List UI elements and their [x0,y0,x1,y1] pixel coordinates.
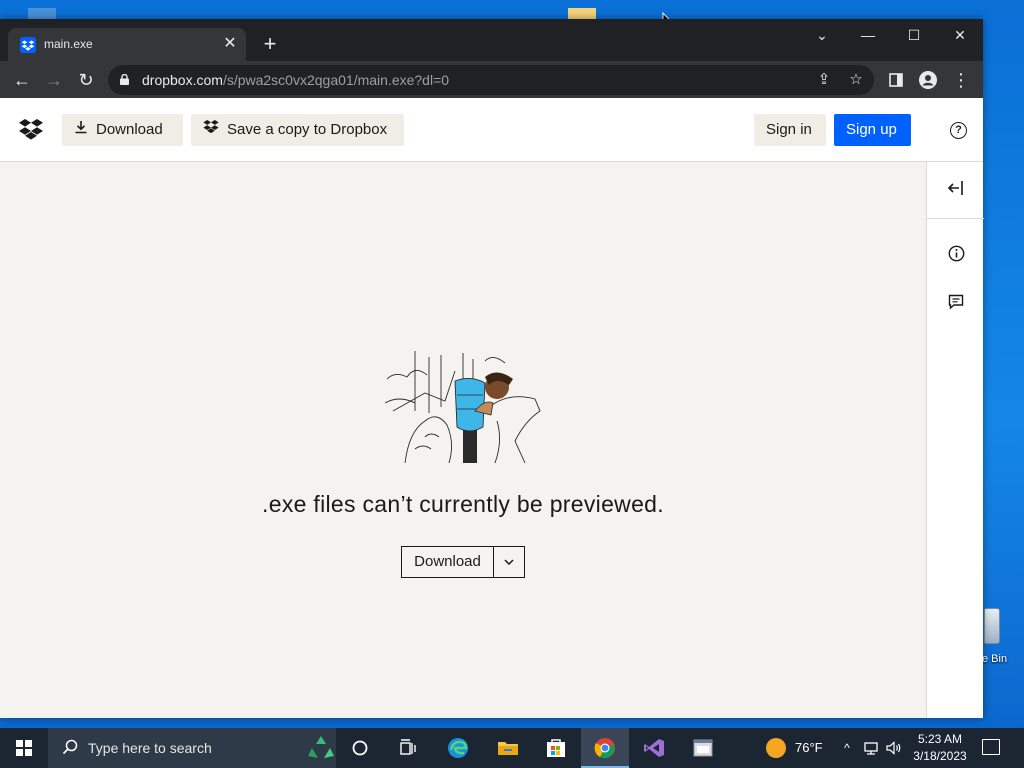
telescope-illustration [385,351,541,463]
comment-icon[interactable] [946,294,966,314]
browser-menu-icon[interactable]: ⋮ [947,66,975,94]
sign-in-button[interactable]: Sign in [754,114,826,146]
windows-taskbar: Type here to search 76°F ^ 5:23 AM 3/18/… [0,728,1024,768]
tab-strip: main.exe ✕ + ⌄ — ☐ ✕ [0,19,983,61]
weather-temperature[interactable]: 76°F [795,740,823,755]
lock-icon [120,74,129,85]
save-copy-label: Save a copy to Dropbox [227,121,388,138]
recycle-bin-shortcut[interactable]: e Bin [982,604,1024,674]
search-placeholder: Type here to search [88,740,212,756]
bookmark-star-icon[interactable]: ☆ [845,69,867,91]
app-window-icon [693,739,713,757]
forward-icon[interactable]: → [40,66,68,94]
system-clock[interactable]: 5:23 AM 3/18/2023 [906,731,974,765]
side-panel-icon[interactable] [882,66,910,94]
edge-button[interactable] [434,728,482,768]
search-highlight-icon [308,736,334,758]
visual-studio-button[interactable] [630,728,678,768]
task-view-button[interactable] [384,728,432,768]
minimize-icon[interactable]: — [845,19,891,51]
start-button[interactable] [0,728,48,768]
info-icon[interactable] [946,245,966,265]
back-icon[interactable]: ← [8,66,36,94]
cortana-icon [352,740,368,756]
close-window-icon[interactable]: ✕ [937,19,983,51]
edge-icon [448,738,468,758]
browser-window: main.exe ✕ + ⌄ — ☐ ✕ ← → ↻ dropbox.com/s… [0,19,984,718]
reload-icon[interactable]: ↻ [72,66,100,94]
network-icon[interactable] [862,739,880,757]
volume-icon[interactable] [885,739,903,757]
chrome-icon [594,738,615,759]
collapse-sidebar-icon[interactable] [946,180,966,200]
close-tab-icon[interactable]: ✕ [220,34,240,54]
search-icon [62,739,78,755]
rail-divider [927,218,984,219]
chevron-down-icon[interactable] [494,547,524,577]
url-domain: dropbox.com [142,72,223,88]
side-rail [926,162,984,718]
show-hidden-icons-icon[interactable]: ^ [838,739,856,757]
taskbar-search-box[interactable]: Type here to search [48,728,336,768]
dropbox-small-icon [203,114,219,146]
recycle-bin-label: e Bin [982,653,1008,665]
help-icon[interactable]: ? [950,122,967,139]
share-icon[interactable]: ⇪ [813,69,835,91]
preview-download-button[interactable]: Download [402,547,494,577]
file-explorer-icon [498,742,518,755]
sign-up-button[interactable]: Sign up [834,114,911,146]
notification-center-icon[interactable] [982,739,1000,755]
tab-title: main.exe [44,37,93,51]
clock-time: 5:23 AM [917,732,963,746]
maximize-icon[interactable]: ☐ [891,19,937,51]
url-text: dropbox.com/s/pwa2sc0vx2qga01/main.exe?d… [142,72,449,88]
address-bar[interactable]: dropbox.com/s/pwa2sc0vx2qga01/main.exe?d… [108,65,874,95]
download-icon [74,114,88,146]
browser-toolbar: ← → ↻ dropbox.com/s/pwa2sc0vx2qga01/main… [0,61,983,98]
tab-main-exe[interactable]: main.exe ✕ [8,28,246,61]
visual-studio-icon [644,739,664,757]
header-download-label: Download [96,121,163,138]
file-preview-area: .exe files can’t currently be previewed.… [0,162,926,718]
cortana-button[interactable] [336,728,384,768]
new-tab-icon[interactable]: + [258,33,282,57]
chrome-button[interactable] [581,728,629,768]
tab-search-chevron-icon[interactable]: ⌄ [799,19,845,51]
url-path: /s/pwa2sc0vx2qga01/main.exe?dl=0 [222,72,450,88]
task-view-icon [400,739,416,755]
clock-date: 3/18/2023 [913,749,967,763]
save-copy-button[interactable]: Save a copy to Dropbox [191,114,404,146]
header-download-button[interactable]: Download [62,114,183,146]
recycle-bin-icon [984,608,1000,644]
dropbox-icon [20,37,36,53]
profile-avatar-icon[interactable] [914,66,942,94]
store-icon [547,739,565,757]
dropbox-logo-icon[interactable] [19,119,43,141]
weather-icon[interactable] [766,738,786,758]
file-explorer-button[interactable] [484,728,532,768]
app-window-button[interactable] [679,728,727,768]
windows-logo-icon [16,740,32,756]
dropbox-header: Download Save a copy to Dropbox Sign in … [0,98,983,162]
store-button[interactable] [532,728,580,768]
download-split-button: Download [401,546,525,578]
preview-unavailable-message: .exe files can’t currently be previewed. [262,491,664,517]
